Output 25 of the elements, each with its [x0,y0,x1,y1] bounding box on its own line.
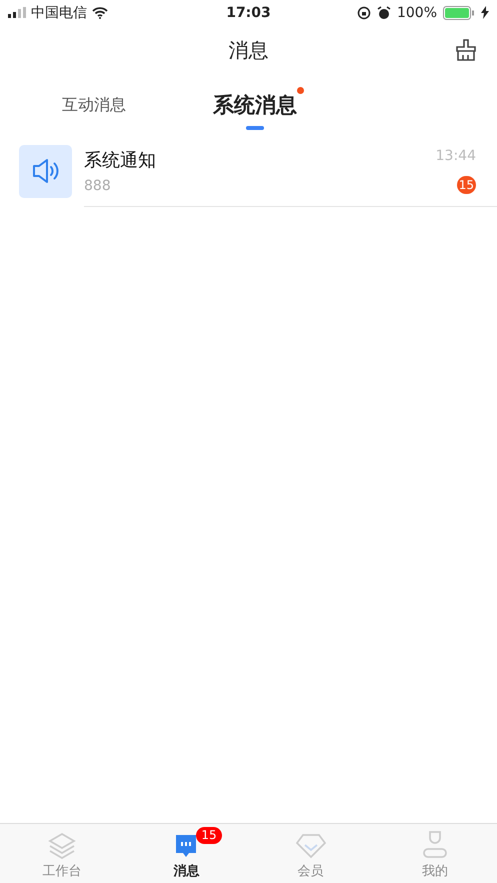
message-tab[interactable]: 互动消息 [0,75,188,135]
tab-indicator [246,126,264,130]
wifi-icon [92,6,108,18]
speaker-icon [30,157,60,185]
battery-percent: 100% [396,4,437,20]
clock-time: 17:03 [225,4,272,20]
layers-icon [47,831,78,859]
battery-icon [443,6,475,20]
rotation-lock-icon [356,6,371,20]
alarm-icon [376,6,391,20]
broom-icon[interactable] [454,38,478,62]
person-icon [420,829,449,859]
unread-count: 15 [456,176,476,194]
unread-count: 15 [196,827,222,844]
charging-icon [481,6,489,19]
message-time: 13:44 [436,148,476,164]
message-tab[interactable]: 系统消息 [188,75,322,135]
tab-bar-item[interactable]: 消息 15 [124,824,248,883]
carrier-name: 中国电信 [31,4,87,22]
message-title[interactable]: 系统通知 [84,148,436,172]
page-title: 消息 [228,36,268,64]
signal-icon [8,7,26,18]
message-preview: 888 [84,178,112,194]
diamond-icon [296,833,326,859]
chat-icon [174,833,198,859]
